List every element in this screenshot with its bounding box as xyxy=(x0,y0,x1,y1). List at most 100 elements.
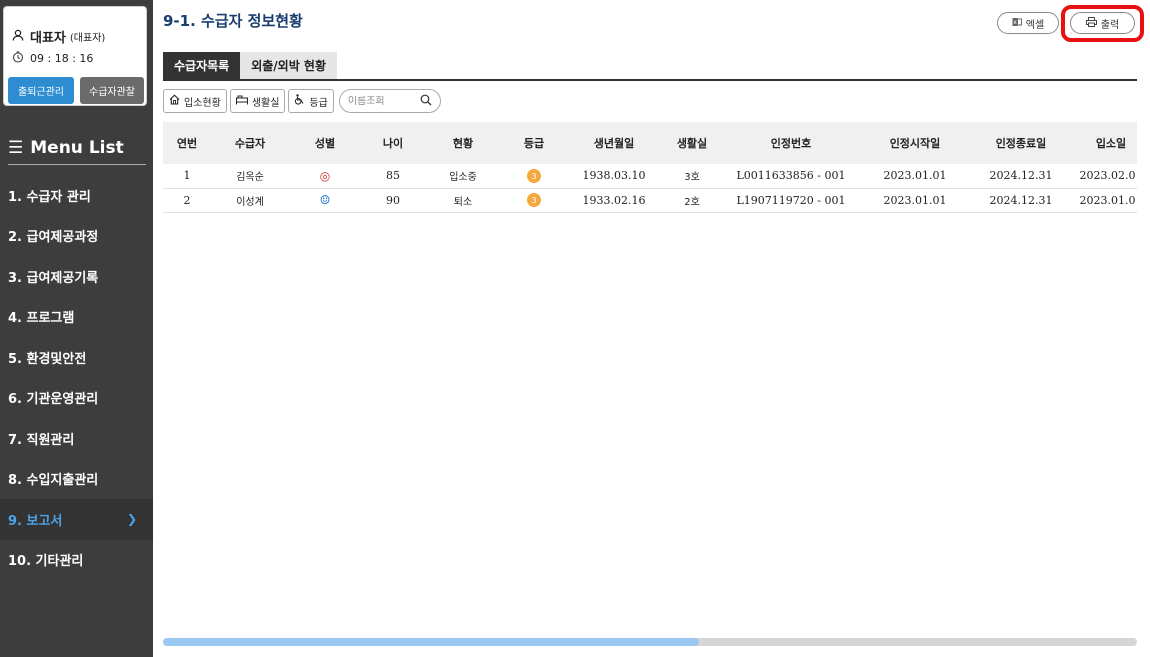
page-title: 9-1. 수급자 정보현황 xyxy=(163,12,303,30)
tab-outing-status[interactable]: 외출/외박 현황 xyxy=(240,52,338,79)
app-root: 대표자 (대표자) 09 : 18 : 16 출퇴근관리 수급자관찰 ☰ Men… xyxy=(0,0,1150,657)
col-header-age[interactable]: 나이 xyxy=(361,122,425,164)
excel-label: 엑셀 xyxy=(1025,19,1045,31)
menu-item-recipient[interactable]: 1. 수급자 관리 xyxy=(0,175,153,216)
menu-item-label: 4. 프로그램 xyxy=(8,311,75,327)
cell-cert-end: 2024.12.31 xyxy=(989,169,1053,183)
col-header-status[interactable]: 현황 xyxy=(425,122,501,164)
menu-item-label: 1. 수급자 관리 xyxy=(8,189,91,205)
recipient-table: 연번 수급자 성별 나이 현황 등급 생년월일 생활실 인정번호 인정시작일 인… xyxy=(163,122,1137,213)
room-filter-button[interactable]: 생활실 xyxy=(229,89,286,113)
cell-gender: ◎ xyxy=(289,164,361,188)
home-icon xyxy=(169,94,180,108)
menu-item-report[interactable]: 9. 보고서 ❯ xyxy=(0,499,153,540)
scrollbar-thumb[interactable] xyxy=(163,638,699,646)
table-row[interactable]: 1 김옥순 ◎ 85 입소중 3 1938.03.10 3호 L00116338… xyxy=(163,164,1137,188)
menu-item-institution[interactable]: 6. 기관운영관리 xyxy=(0,378,153,419)
menu-item-staff[interactable]: 7. 직원관리 xyxy=(0,418,153,459)
table-row[interactable]: 2 이성계 ☺ 90 퇴소 3 1933.02.16 2호 L190711972… xyxy=(163,188,1137,212)
name-search xyxy=(338,89,441,113)
recipient-table-container: 연번 수급자 성별 나이 현황 등급 생년월일 생활실 인정번호 인정시작일 인… xyxy=(163,122,1137,642)
card-buttons: 출퇴근관리 수급자관찰 xyxy=(8,77,144,104)
attendance-button[interactable]: 출퇴근관리 xyxy=(8,77,74,104)
menu-item-income-expense[interactable]: 8. 수입지출관리 xyxy=(0,459,153,500)
menu-item-program[interactable]: 4. 프로그램 xyxy=(0,297,153,338)
col-header-grade[interactable]: 등급 xyxy=(501,122,567,164)
name-search-input[interactable] xyxy=(347,95,414,107)
timer-value: 09 : 18 : 16 xyxy=(30,52,94,65)
menu-item-label: 10. 기타관리 xyxy=(8,554,84,570)
horizontal-scrollbar[interactable] xyxy=(163,638,1137,646)
tab-recipient-list[interactable]: 수급자목록 xyxy=(163,52,241,79)
col-header-cert-end[interactable]: 인정종료일 xyxy=(971,122,1071,164)
menu-list: 1. 수급자 관리 2. 급여제공과정 3. 급여제공기록 4. 프로그램 5.… xyxy=(0,175,153,580)
cell-room: 2호 xyxy=(684,196,700,208)
cell-grade: 3 xyxy=(501,164,567,188)
user-info: 대표자 (대표자) xyxy=(12,27,105,46)
menu-title: ☰ Menu List xyxy=(8,138,146,165)
cell-admit-date: 2023.01.01 xyxy=(1079,193,1138,207)
user-card: 대표자 (대표자) 09 : 18 : 16 출퇴근관리 수급자관찰 xyxy=(3,6,147,106)
grade-badge: 3 xyxy=(527,169,541,183)
grade-filter-button[interactable]: 등급 xyxy=(288,89,334,113)
cell-gender: ☺ xyxy=(289,188,361,212)
col-header-admit-date[interactable]: 입소일 xyxy=(1071,122,1137,164)
menu-item-label: 7. 직원관리 xyxy=(8,432,75,448)
filter-bar: 입소현황 생활실 등급 xyxy=(163,89,441,113)
admission-filter-button[interactable]: 입소현황 xyxy=(163,89,227,113)
cell-grade: 3 xyxy=(501,188,567,212)
cell-no: 1 xyxy=(183,169,191,183)
col-header-cert-start[interactable]: 인정시작일 xyxy=(859,122,971,164)
col-header-gender[interactable]: 성별 xyxy=(289,122,361,164)
cell-cert-start: 2023.01.01 xyxy=(883,193,947,207)
chevron-right-icon: ❯ xyxy=(126,512,137,527)
female-icon: ◎ xyxy=(319,168,331,183)
bed-icon xyxy=(235,95,248,108)
excel-button[interactable]: x 엑셀 xyxy=(997,12,1059,34)
col-header-cert-number[interactable]: 인정번호 xyxy=(723,122,859,164)
admission-filter-label: 입소현황 xyxy=(184,97,221,109)
menu-icon: ☰ xyxy=(8,138,24,158)
menu-item-label: 3. 급여제공기록 xyxy=(8,270,99,286)
menu-item-etc[interactable]: 10. 기타관리 xyxy=(0,540,153,581)
menu-title-label: Menu List xyxy=(30,138,124,158)
svg-text:x: x xyxy=(1013,19,1017,26)
cell-cert-number: L1907119720 - 001 xyxy=(736,193,846,207)
menu-item-benefit-record[interactable]: 3. 급여제공기록 xyxy=(0,256,153,297)
sidebar: 대표자 (대표자) 09 : 18 : 16 출퇴근관리 수급자관찰 ☰ Men… xyxy=(0,0,153,657)
user-icon xyxy=(12,29,26,44)
tab-bar: 수급자목록 외출/외박 현황 xyxy=(163,52,338,79)
col-header-name[interactable]: 수급자 xyxy=(211,122,289,164)
menu-item-label: 8. 수입지출관리 xyxy=(8,473,99,489)
tab-underline xyxy=(163,79,1137,81)
col-header-room[interactable]: 생활실 xyxy=(661,122,723,164)
cell-status: 퇴소 xyxy=(453,196,473,208)
menu-item-benefit-process[interactable]: 2. 급여제공과정 xyxy=(0,216,153,257)
cell-cert-number: L0011633856 - 001 xyxy=(736,169,846,183)
col-header-birth[interactable]: 생년월일 xyxy=(567,122,661,164)
cell-status: 입소중 xyxy=(449,172,477,184)
menu-item-label: 2. 급여제공과정 xyxy=(8,230,99,246)
print-highlight-box xyxy=(1061,5,1144,42)
cell-birth: 1938.03.10 xyxy=(582,169,646,183)
grade-filter-label: 등급 xyxy=(309,97,328,109)
menu-item-environment-safety[interactable]: 5. 환경및안전 xyxy=(0,337,153,378)
observation-button[interactable]: 수급자관찰 xyxy=(80,77,144,104)
cell-cert-start: 2023.01.01 xyxy=(883,169,947,183)
cell-age: 90 xyxy=(386,193,400,207)
cell-age: 85 xyxy=(386,169,400,183)
timer-icon xyxy=(12,51,26,66)
menu-item-label: 5. 환경및안전 xyxy=(8,351,87,367)
male-icon: ☺ xyxy=(319,193,331,207)
cell-room: 3호 xyxy=(684,172,700,184)
cell-admit-date: 2023.02.01 xyxy=(1079,169,1138,183)
cell-cert-end: 2024.12.31 xyxy=(989,193,1053,207)
cell-name: 김옥순 xyxy=(236,172,264,184)
user-role: (대표자) xyxy=(69,33,106,44)
user-name: 대표자 xyxy=(30,31,66,46)
col-header-no[interactable]: 연번 xyxy=(163,122,211,164)
wheelchair-icon xyxy=(294,94,305,108)
search-icon[interactable] xyxy=(420,94,432,109)
excel-icon: x xyxy=(1012,17,1022,30)
room-filter-label: 생활실 xyxy=(251,97,280,109)
